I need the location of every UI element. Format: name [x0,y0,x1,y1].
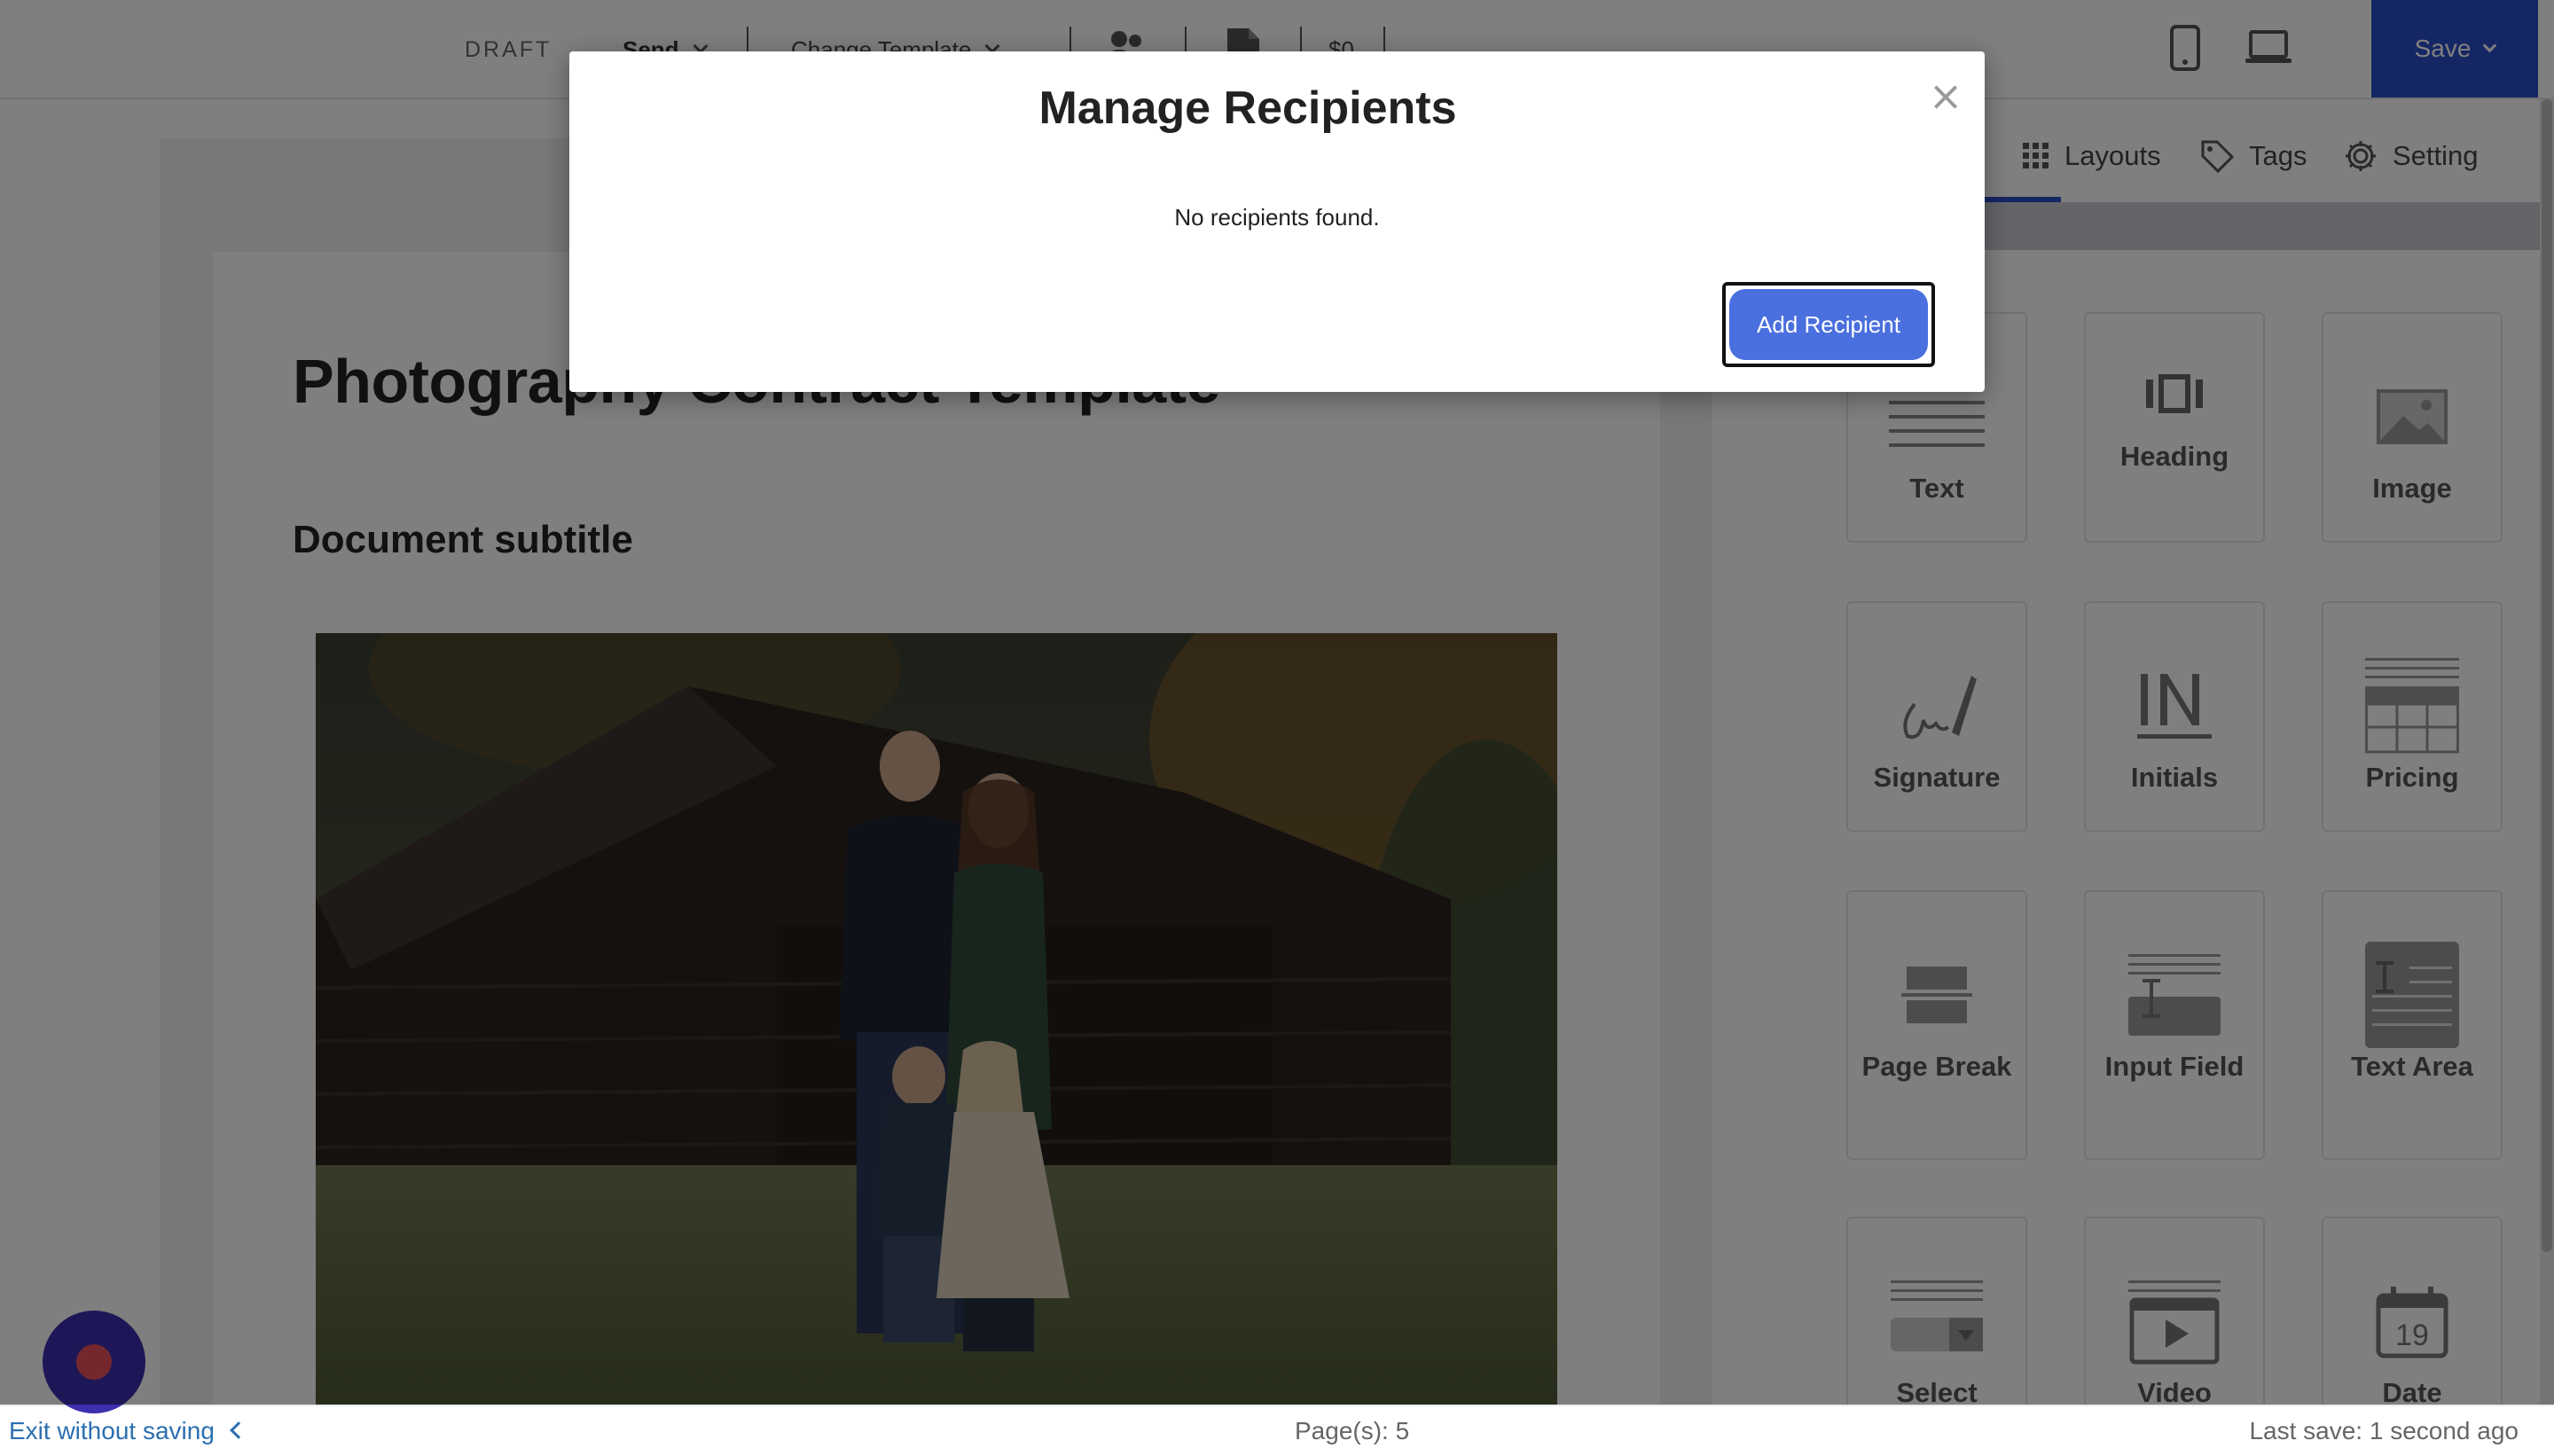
status-footer: Exit without saving Page(s): 5 Last save… [0,1405,2554,1456]
close-icon[interactable]: × [1923,73,1969,119]
exit-label: Exit without saving [9,1417,215,1444]
manage-recipients-modal: Manage Recipients × No recipients found.… [569,51,1985,392]
add-recipient-button[interactable]: Add Recipient [1729,289,1928,360]
exit-without-saving-link[interactable]: Exit without saving [9,1417,247,1445]
empty-recipients-message: No recipients found. [1174,204,1380,231]
page-count: Page(s): 5 [1295,1417,1410,1444]
chevron-left-icon [229,1421,247,1439]
modal-title: Manage Recipients [1038,82,1457,134]
last-save-status: Last save: 1 second ago [2249,1417,2519,1444]
